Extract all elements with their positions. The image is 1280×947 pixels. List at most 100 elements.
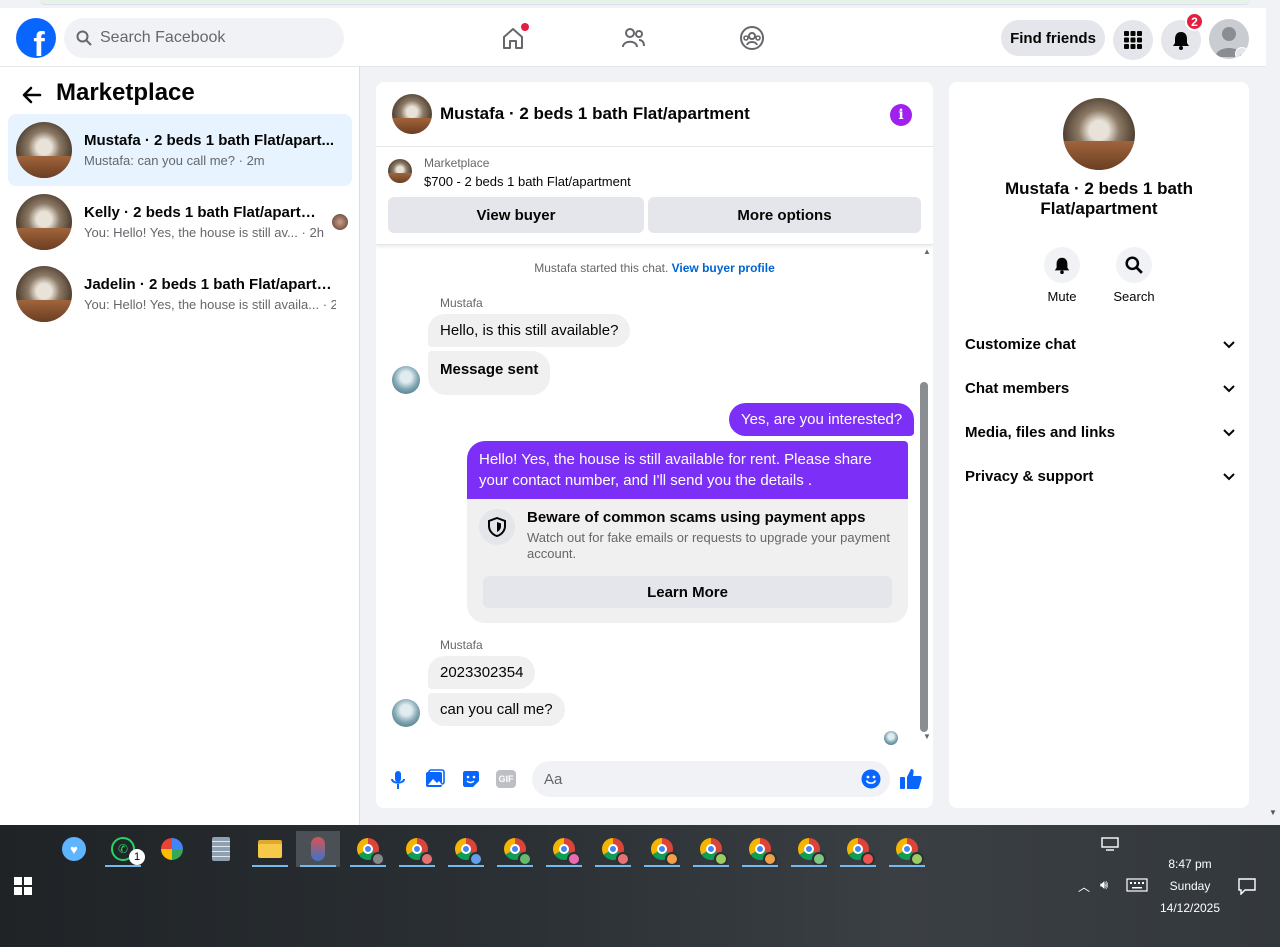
menu-grid-button[interactable] bbox=[1113, 20, 1153, 60]
chrome-profile-icon[interactable] bbox=[787, 831, 831, 867]
chrome-profile-icon[interactable] bbox=[346, 831, 390, 867]
search-input[interactable]: Search Facebook bbox=[64, 18, 344, 58]
search-icon bbox=[76, 30, 92, 46]
listing-source: Marketplace bbox=[424, 156, 490, 170]
search-label: Search bbox=[1113, 289, 1155, 304]
info-icon[interactable]: i bbox=[890, 104, 912, 126]
app-blue-heart-icon[interactable]: ♥ bbox=[52, 831, 96, 867]
notification-badge: 2 bbox=[1185, 12, 1204, 31]
file-explorer-icon[interactable] bbox=[248, 831, 292, 867]
outgoing-message[interactable]: Yes, are you interested? bbox=[729, 403, 915, 436]
row-label: Chat members bbox=[965, 379, 1070, 397]
chrome-profile-icon[interactable] bbox=[395, 831, 439, 867]
notifications-button[interactable]: 2 bbox=[1161, 12, 1204, 60]
conversation-title: Jadelin · 2 beds 1 bath Flat/apartm... bbox=[84, 276, 336, 293]
chrome-profile-icon[interactable] bbox=[591, 831, 635, 867]
view-buyer-button[interactable]: View buyer bbox=[388, 197, 644, 233]
friends-icon[interactable] bbox=[616, 21, 650, 55]
listing-thumbnail bbox=[16, 122, 72, 178]
incoming-message[interactable]: Hello, is this still available? bbox=[428, 314, 631, 347]
lens-app-icon[interactable] bbox=[150, 831, 194, 867]
calculator-icon[interactable] bbox=[199, 831, 243, 867]
conversation-preview: Mustafa: can you call me? · 2m bbox=[84, 153, 265, 168]
more-options-button[interactable]: More options bbox=[648, 197, 921, 233]
chrome-profile-icon[interactable] bbox=[738, 831, 782, 867]
app-pinned-icon[interactable] bbox=[296, 831, 340, 867]
seen-avatar bbox=[332, 214, 348, 230]
groups-icon[interactable] bbox=[735, 21, 769, 55]
mute-label: Mute bbox=[1047, 289, 1077, 304]
notification-center-icon[interactable] bbox=[1238, 877, 1256, 900]
search-chat-button[interactable]: Search bbox=[1104, 247, 1164, 304]
chat-members-row[interactable]: Chat members bbox=[965, 366, 1235, 410]
chrome-profile-icon[interactable] bbox=[640, 831, 684, 867]
learn-more-button[interactable]: Learn More bbox=[483, 576, 892, 608]
gif-icon[interactable]: GIF bbox=[496, 770, 516, 788]
keyboard-icon[interactable] bbox=[1126, 878, 1148, 897]
scroll-up-arrow-icon[interactable]: ▲ bbox=[923, 247, 931, 256]
clock-date: 14/12/2025 bbox=[1159, 901, 1221, 915]
photo-icon[interactable] bbox=[425, 769, 445, 794]
sticker-icon[interactable] bbox=[461, 769, 481, 794]
scam-body: Watch out for fake emails or requests to… bbox=[527, 530, 890, 561]
page-scrollbar[interactable]: ▼ bbox=[1266, 0, 1280, 825]
privacy-support-row[interactable]: Privacy & support bbox=[965, 454, 1235, 498]
outgoing-message[interactable]: Hello! Yes, the house is still available… bbox=[467, 441, 908, 499]
message-input[interactable]: Aa bbox=[532, 761, 890, 797]
scam-title: Beware of common scams using payment app… bbox=[527, 509, 866, 526]
chevron-down-icon bbox=[1223, 424, 1235, 441]
emoji-icon[interactable] bbox=[861, 769, 881, 794]
scroll-down-arrow-icon[interactable]: ▼ bbox=[923, 732, 931, 741]
scroll-down-arrow-icon[interactable]: ▼ bbox=[1269, 808, 1277, 817]
chrome-profile-icon[interactable] bbox=[542, 831, 586, 867]
whatsapp-badge: 1 bbox=[129, 849, 145, 865]
conversation-item[interactable]: Jadelin · 2 beds 1 bath Flat/apartm... Yo… bbox=[8, 258, 352, 330]
conversation-item[interactable]: Mustafa · 2 beds 1 bath Flat/apart... Mus… bbox=[8, 114, 352, 186]
chrome-profile-icon[interactable] bbox=[836, 831, 880, 867]
chrome-profile-icon[interactable] bbox=[444, 831, 488, 867]
back-arrow-icon[interactable] bbox=[20, 83, 44, 112]
find-friends-button[interactable]: Find friends bbox=[1001, 20, 1105, 56]
chrome-profile-icon[interactable] bbox=[689, 831, 733, 867]
marketplace-sidebar: Marketplace Mustafa · 2 beds 1 bath Flat… bbox=[0, 67, 360, 825]
speaker-icon[interactable]: 🔊︎ bbox=[1100, 877, 1108, 893]
chrome-profile-icon[interactable] bbox=[885, 831, 929, 867]
incoming-message[interactable]: 2023302354 bbox=[428, 656, 536, 689]
incoming-message[interactable]: Message sent bbox=[428, 351, 551, 395]
view-buyer-profile-link[interactable]: View buyer profile bbox=[672, 261, 775, 275]
conversation-preview: You: Hello! Yes, the house is still av..… bbox=[84, 225, 324, 240]
profile-avatar[interactable]: ⌄ bbox=[1209, 19, 1249, 59]
system-clock[interactable]: 8:47 pm Sunday 14/12/2025 bbox=[1150, 853, 1230, 919]
bell-icon bbox=[1044, 247, 1080, 283]
like-thumb-icon[interactable] bbox=[899, 767, 923, 796]
chevron-up-icon[interactable]: ︿ bbox=[1078, 878, 1090, 895]
page-title: Marketplace bbox=[56, 79, 195, 106]
whatsapp-icon[interactable]: ✆ 1 bbox=[101, 831, 145, 867]
microphone-icon[interactable] bbox=[390, 770, 406, 795]
media-files-links-row[interactable]: Media, files and links bbox=[965, 410, 1235, 454]
listing-thumbnail bbox=[16, 266, 72, 322]
grid-icon bbox=[1124, 31, 1142, 49]
chat-started-notice: Mustafa started this chat. View buyer pr… bbox=[376, 261, 933, 275]
clock-time: 8:47 pm bbox=[1168, 857, 1212, 871]
incoming-message[interactable]: can you call me? bbox=[428, 693, 565, 726]
chat-scrollbar-thumb[interactable] bbox=[920, 382, 928, 732]
message-composer: GIF Aa bbox=[376, 758, 933, 808]
sender-name: Mustafa bbox=[440, 638, 483, 652]
started-text: Mustafa started this chat. bbox=[534, 261, 669, 275]
home-icon[interactable] bbox=[496, 21, 530, 55]
chrome-profile-icon[interactable] bbox=[493, 831, 537, 867]
listing-price[interactable]: $700 - 2 beds 1 bath Flat/apartment bbox=[424, 174, 631, 189]
scam-warning-card: Beware of common scams using payment app… bbox=[467, 499, 908, 623]
desktop-icon[interactable] bbox=[1101, 837, 1119, 856]
chevron-down-icon: ⌄ bbox=[1235, 47, 1249, 59]
conversation-item[interactable]: Kelly · 2 beds 1 bath Flat/apartm... You:… bbox=[8, 186, 352, 258]
listing-thumbnail bbox=[392, 94, 432, 134]
mute-button[interactable]: Mute bbox=[1032, 247, 1092, 304]
listing-thumbnail bbox=[388, 159, 412, 183]
sender-avatar bbox=[392, 366, 420, 394]
row-label: Privacy & support bbox=[965, 467, 1094, 485]
facebook-logo-icon[interactable]: f bbox=[16, 18, 56, 58]
windows-start-icon[interactable] bbox=[14, 877, 32, 900]
customize-chat-row[interactable]: Customize chat bbox=[965, 322, 1235, 366]
